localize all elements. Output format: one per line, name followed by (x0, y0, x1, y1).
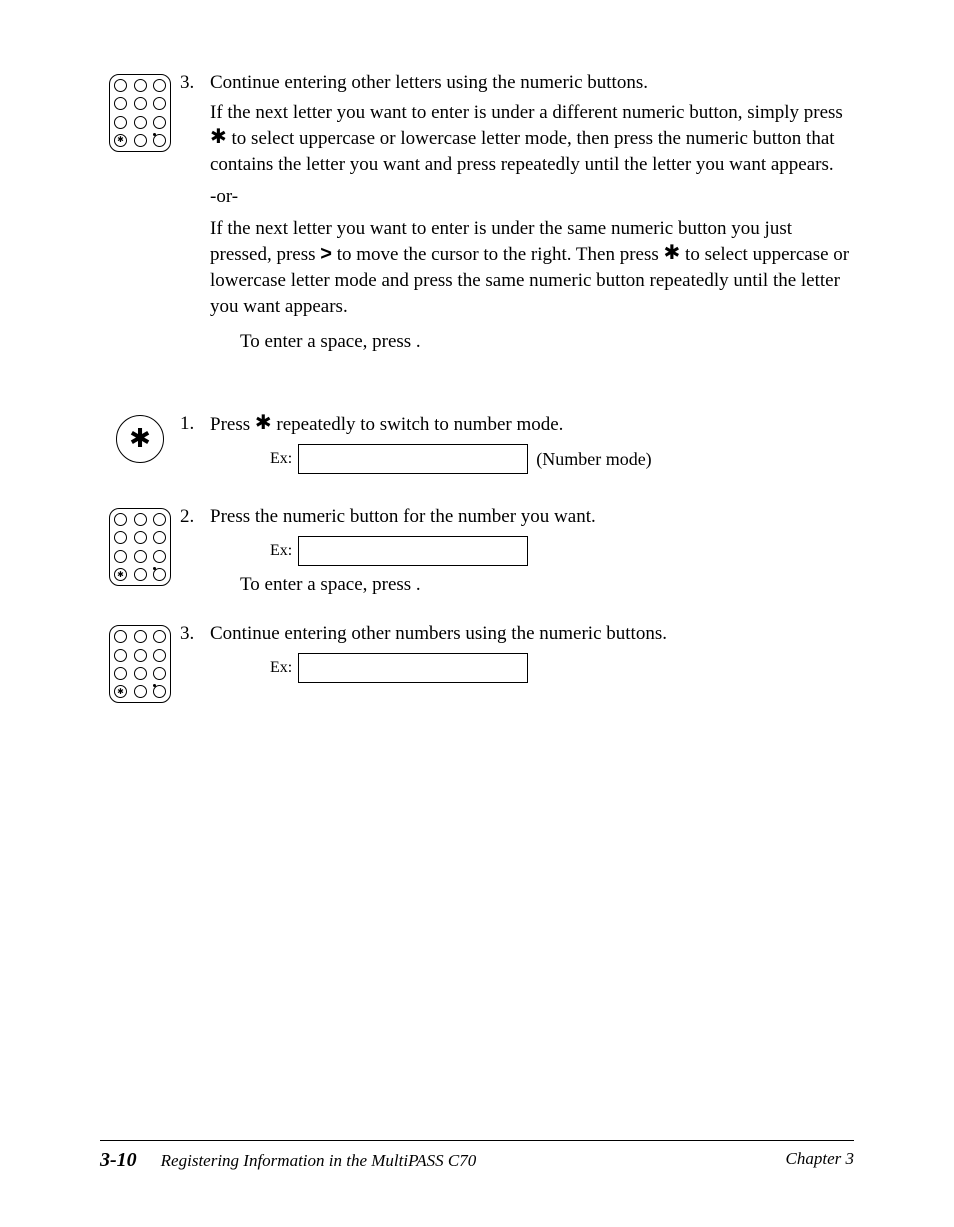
star-icon: ✱ (129, 424, 151, 454)
step-1-numbers-number: 1. (180, 411, 210, 480)
step-2-numbers-icon-col: ✱ (100, 504, 180, 586)
example-label: Ex: (270, 540, 292, 562)
example-box (298, 536, 528, 566)
step-3-numbers-text: Continue entering other numbers using th… (210, 621, 854, 689)
step-3-letters-para2: If the next letter you want to enter is … (210, 216, 854, 320)
step-1-numbers-text-a: Press (210, 414, 255, 435)
footer-left: 3-10 Registering Information in the Mult… (100, 1149, 476, 1172)
keypad-icon: ✱ (109, 625, 171, 703)
star-button-icon: ✱ (116, 415, 164, 463)
step-2-numbers-text: Press the numeric button for the number … (210, 504, 854, 597)
step-1-numbers-text-b: repeatedly to switch to number mode. (272, 414, 564, 435)
step-1-numbers-example: Ex: (Number mode) (270, 444, 854, 474)
step-3-letters-number: 3. (180, 70, 210, 355)
step-3-letters-text: Continue entering other letters using th… (210, 70, 854, 355)
footer-title: Registering Information in the MultiPASS… (161, 1151, 477, 1171)
step-1-numbers-icon-col: ✱ (100, 411, 180, 463)
keypad-icon: ✱ (109, 74, 171, 152)
example-box (298, 653, 528, 683)
step-3-letters-icon-col: ✱ (100, 70, 180, 152)
step-2-numbers-space-note: To enter a space, press . (210, 572, 854, 598)
footer-chapter: Chapter 3 (786, 1149, 854, 1172)
step-2-numbers-body: 2. Press the numeric button for the numb… (180, 504, 854, 597)
example-box (298, 444, 528, 474)
step-3-numbers-example: Ex: (270, 653, 854, 683)
step-3-letters-para1-a: If the next letter you want to enter is … (210, 102, 843, 123)
step-3-letters-para1: If the next letter you want to enter is … (210, 100, 854, 178)
right-arrow-icon: > (320, 241, 332, 268)
step-3-numbers-body: 3. Continue entering other numbers using… (180, 621, 854, 689)
step-1-numbers-text: Press ✱ repeatedly to switch to number m… (210, 411, 854, 480)
star-icon: ✱ (210, 124, 227, 151)
page-number: 3-10 (100, 1149, 137, 1172)
step-3-letters-para2-b: to move the cursor to the right. Then pr… (332, 244, 664, 265)
step-3-letters-body: 3. Continue entering other letters using… (180, 70, 854, 355)
step-3-letters: ✱ 3. Continue entering other letters usi… (100, 70, 854, 355)
example-mode-note: (Number mode) (536, 447, 651, 471)
step-3-letters-para1-b: to select uppercase or lowercase letter … (210, 128, 835, 175)
star-icon: ✱ (664, 240, 681, 267)
step-3-letters-or: -or- (210, 184, 854, 210)
page-footer: 3-10 Registering Information in the Mult… (100, 1140, 854, 1172)
keypad-icon: ✱ (109, 508, 171, 586)
step-3-numbers: ✱ 3. Continue entering other numbers usi… (100, 621, 854, 703)
example-label: Ex: (270, 448, 292, 470)
step-2-numbers-number: 2. (180, 504, 210, 597)
example-label: Ex: (270, 657, 292, 679)
step-1-numbers-body: 1. Press ✱ repeatedly to switch to numbe… (180, 411, 854, 480)
star-icon: ✱ (255, 410, 272, 437)
step-2-numbers: ✱ 2. Press the numeric button for the nu… (100, 504, 854, 597)
step-3-letters-heading: Continue entering other letters using th… (210, 70, 854, 96)
step-2-numbers-line: Press the numeric button for the number … (210, 504, 854, 530)
page: ✱ 3. Continue entering other letters usi… (0, 0, 954, 1227)
step-3-numbers-line: Continue entering other numbers using th… (210, 621, 854, 647)
step-1-numbers: ✱ 1. Press ✱ repeatedly to switch to num… (100, 411, 854, 480)
step-3-numbers-icon-col: ✱ (100, 621, 180, 703)
step-3-letters-space-note: To enter a space, press . (210, 329, 854, 355)
step-2-numbers-example: Ex: (270, 536, 854, 566)
step-3-numbers-number: 3. (180, 621, 210, 689)
